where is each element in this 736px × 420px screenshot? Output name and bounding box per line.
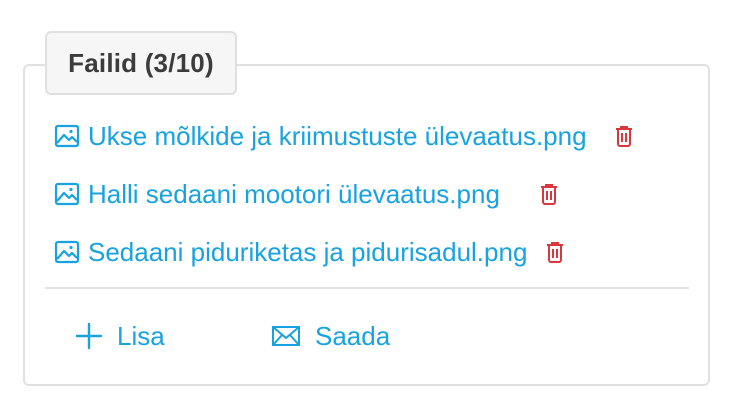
image-icon: [53, 123, 80, 150]
trash-icon[interactable]: [545, 239, 565, 265]
add-button[interactable]: Lisa: [75, 316, 165, 356]
panel-title-text: Failid (3/10): [68, 47, 214, 78]
plus-icon: [75, 322, 103, 350]
file-item: Halli sedaani mootori ülevaatus.png: [53, 174, 559, 214]
file-link[interactable]: Halli sedaani mootori ülevaatus.png: [88, 179, 500, 210]
file-link[interactable]: Ukse mõlkide ja kriimustuste ülevaatus.p…: [88, 121, 587, 152]
send-button-label: Saada: [315, 320, 391, 351]
trash-icon[interactable]: [539, 181, 559, 207]
send-button[interactable]: Saada: [271, 316, 390, 356]
trash-icon[interactable]: [614, 123, 634, 149]
file-link[interactable]: Sedaani piduriketas ja pidurisadul.png: [88, 237, 527, 268]
panel-title: Failid (3/10): [45, 31, 237, 95]
divider: [45, 287, 689, 289]
image-icon: [53, 239, 80, 266]
add-button-label: Lisa: [117, 320, 165, 351]
image-icon: [53, 181, 80, 208]
envelope-icon: [271, 324, 301, 348]
file-item: Sedaani piduriketas ja pidurisadul.png: [53, 232, 565, 272]
file-item: Ukse mõlkide ja kriimustuste ülevaatus.p…: [53, 116, 634, 156]
